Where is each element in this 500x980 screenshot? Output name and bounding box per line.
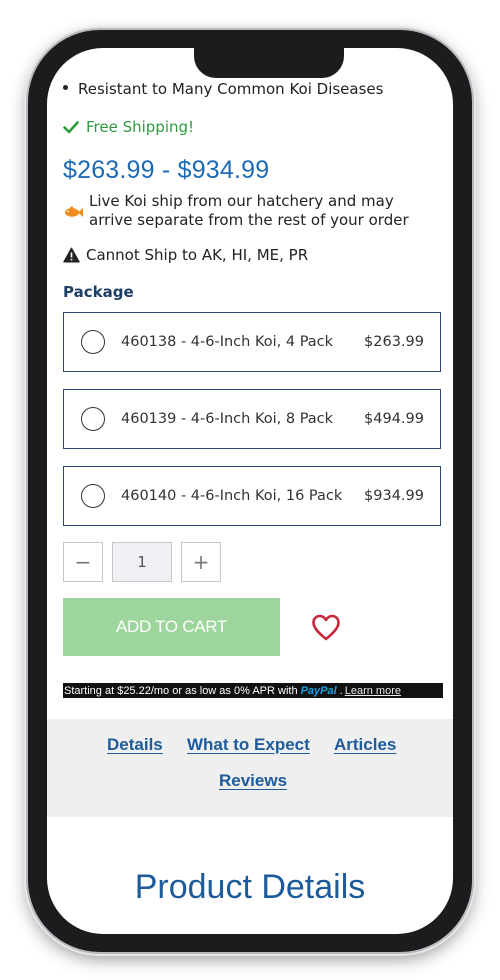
package-option-price: $494.99	[364, 411, 424, 427]
package-option[interactable]: 460138 - 4-6-Inch Koi, 4 Pack $263.99	[63, 312, 441, 372]
feature-text: Resistant to Many Common Koi Diseases	[78, 80, 384, 98]
paypal-logo-pal: Pal	[320, 684, 337, 697]
free-shipping: Free Shipping!	[63, 118, 194, 136]
package-label: Package	[63, 283, 134, 301]
live-koi-notice: Live Koi ship from our hatchery and may …	[63, 192, 423, 230]
radio-button[interactable]	[81, 484, 105, 508]
check-icon	[63, 121, 79, 134]
package-option[interactable]: 460139 - 4-6-Inch Koi, 8 Pack $494.99	[63, 389, 441, 449]
radio-button[interactable]	[81, 407, 105, 431]
product-page: Resistant to Many Common Koi Diseases Fr…	[47, 48, 453, 934]
quantity-stepper: − 1 +	[63, 542, 221, 582]
package-option-name: 460140 - 4-6-Inch Koi, 16 Pack	[121, 488, 343, 504]
feature-bullet: Resistant to Many Common Koi Diseases	[63, 80, 383, 98]
bullet-dot	[63, 85, 68, 90]
shipping-restriction: Cannot Ship to AK, HI, ME, PR	[63, 246, 308, 264]
learn-more-link[interactable]: Learn more	[345, 685, 401, 697]
heart-icon[interactable]	[311, 614, 341, 641]
add-to-cart-button[interactable]: ADD TO CART	[63, 598, 280, 656]
tab-what-to-expect[interactable]: What to Expect	[187, 735, 310, 755]
package-option-price: $934.99	[364, 488, 424, 504]
tab-articles[interactable]: Articles	[334, 735, 396, 755]
warning-icon	[63, 247, 80, 263]
section-title: Product Details	[134, 868, 366, 906]
paypal-financing-text: Starting at $25.22/mo or as low as 0% AP…	[64, 684, 298, 697]
phone-frame: Resistant to Many Common Koi Diseases Fr…	[28, 30, 472, 952]
radio-button[interactable]	[81, 330, 105, 354]
paypal-logo: PayPal	[301, 685, 337, 697]
package-option[interactable]: 460140 - 4-6-Inch Koi, 16 Pack $934.99	[63, 466, 441, 526]
phone-notch	[194, 48, 344, 78]
tab-details[interactable]: Details	[107, 735, 163, 755]
phone-screen: Resistant to Many Common Koi Diseases Fr…	[47, 48, 453, 934]
package-option-name: 460138 - 4-6-Inch Koi, 4 Pack	[121, 334, 334, 350]
package-option-name: 460139 - 4-6-Inch Koi, 8 Pack	[121, 411, 334, 427]
free-shipping-label: Free Shipping!	[86, 118, 195, 136]
paypal-logo-pay: Pay	[300, 684, 321, 697]
package-option-price: $263.99	[364, 334, 424, 350]
quantity-input[interactable]: 1	[112, 542, 172, 582]
fish-icon	[65, 206, 83, 217]
paypal-period: .	[339, 684, 343, 697]
live-koi-text: Live Koi ship from our hatchery and may …	[89, 192, 409, 229]
price-range: $263.99 - $934.99	[63, 156, 270, 184]
paypal-financing-banner: Starting at $25.22/mo or as low as 0% AP…	[63, 683, 443, 698]
product-tabs: Details What to Expect Articles Reviews	[47, 719, 453, 817]
tab-reviews[interactable]: Reviews	[219, 771, 287, 791]
decrease-quantity-button[interactable]: −	[63, 542, 103, 582]
increase-quantity-button[interactable]: +	[181, 542, 221, 582]
restriction-text: Cannot Ship to AK, HI, ME, PR	[86, 246, 309, 264]
